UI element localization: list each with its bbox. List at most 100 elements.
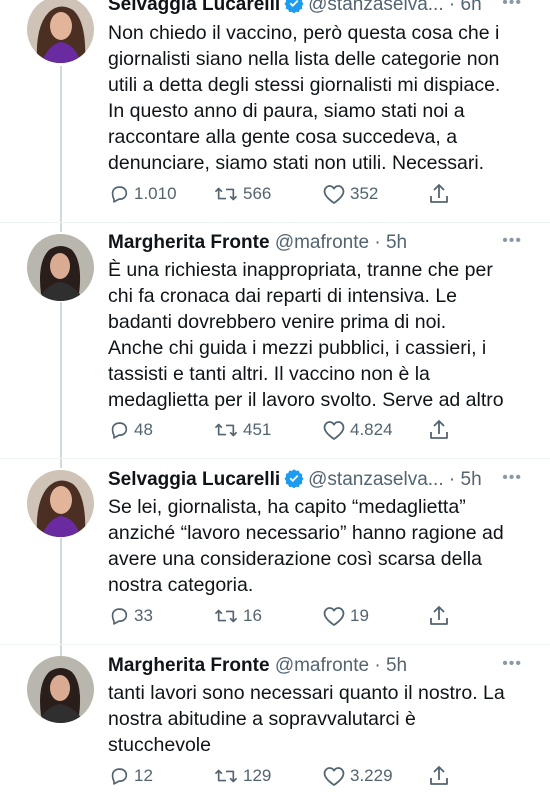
separator: · xyxy=(448,469,456,490)
tweet-text-line: tassisti e tanti altri. Il vaccino non è… xyxy=(108,363,430,385)
heart-icon xyxy=(323,421,345,440)
tweet-text-line: utili a detta degli stessi giornalisti m… xyxy=(108,74,501,96)
retweet-count: 16 xyxy=(243,606,262,625)
tweet-actions: 1.010 566 352 xyxy=(108,180,468,208)
like-button[interactable]: 352 xyxy=(322,180,378,208)
reply-icon xyxy=(111,422,128,439)
share-button[interactable] xyxy=(428,602,454,630)
retweet-button[interactable]: 129 xyxy=(213,762,271,790)
share-icon xyxy=(430,184,448,203)
reply-count: 48 xyxy=(134,420,153,439)
share-button[interactable] xyxy=(428,180,454,208)
retweet-button[interactable]: 16 xyxy=(213,602,262,630)
tweet-text-line: In questo anno di paura, siamo stati noi… xyxy=(108,100,465,122)
tweet-text-line: Se lei, giornalista, ha capito “medaglie… xyxy=(108,496,466,518)
retweet-button[interactable]: 566 xyxy=(213,180,271,208)
reply-button[interactable]: 48 xyxy=(108,416,153,444)
like-count: 3.229 xyxy=(350,766,393,785)
heart-icon xyxy=(323,767,345,786)
tweet-text: Non chiedo il vaccino, però questa cosa … xyxy=(108,20,538,176)
reply-count: 12 xyxy=(134,766,153,785)
reply-icon xyxy=(111,608,128,625)
like-button[interactable]: 3.229 xyxy=(322,762,393,790)
heart-icon xyxy=(323,607,345,626)
tweet-text-line: raccontare alla gente cosa succedeva, a xyxy=(108,126,458,148)
tweet-text-line: chi fa cronaca dai reparti di intensiva.… xyxy=(108,285,458,307)
avatar[interactable] xyxy=(27,0,94,63)
tweet-text-line: stucchevole xyxy=(108,734,211,756)
more-options-icon[interactable]: ••• xyxy=(502,232,522,250)
divider xyxy=(0,644,550,645)
timestamp[interactable]: 5h xyxy=(386,232,407,253)
reply-count: 33 xyxy=(134,606,153,625)
more-options-icon[interactable]: ••• xyxy=(502,655,522,673)
tweet-text-line: È una richiesta inappropriata, tranne ch… xyxy=(108,259,493,281)
retweet-icon xyxy=(214,609,238,623)
tweet-text-line: Non chiedo il vaccino, però questa cosa … xyxy=(108,22,500,44)
like-count: 4.824 xyxy=(350,420,393,439)
more-options-icon[interactable]: ••• xyxy=(502,469,522,487)
like-button[interactable]: 19 xyxy=(322,602,369,630)
retweet-count: 566 xyxy=(243,184,272,203)
retweet-icon xyxy=(214,187,238,201)
author-handle[interactable]: @stanzaselva... xyxy=(308,469,443,490)
share-button[interactable] xyxy=(428,416,454,444)
heart-icon xyxy=(323,185,345,204)
share-icon xyxy=(430,766,448,785)
author-name[interactable]: Selvaggia Lucarelli xyxy=(108,0,280,15)
author-handle[interactable]: @mafronte xyxy=(275,232,369,253)
retweet-count: 451 xyxy=(243,420,272,439)
author-name[interactable]: Margherita Fronte xyxy=(108,232,270,253)
avatar[interactable] xyxy=(27,234,94,301)
author-name[interactable]: Margherita Fronte xyxy=(108,655,270,676)
tweet-text-line: avere una considerazione così scarsa del… xyxy=(108,548,482,570)
timestamp[interactable]: 5h xyxy=(461,469,482,490)
tweet-text-line: anziché “lavoro necessario” hanno ragion… xyxy=(108,522,504,544)
tweet-text: È una richiesta inappropriata, tranne ch… xyxy=(108,257,538,413)
tweet-text-line: denunciare, siamo stati non utili. Neces… xyxy=(108,152,485,174)
divider xyxy=(0,222,550,223)
reply-icon xyxy=(111,768,128,785)
reply-button[interactable]: 12 xyxy=(108,762,153,790)
like-button[interactable]: 4.824 xyxy=(322,416,393,444)
divider xyxy=(0,458,550,459)
share-button[interactable] xyxy=(428,762,454,790)
author-name[interactable]: Selvaggia Lucarelli xyxy=(108,469,280,490)
share-icon xyxy=(430,420,448,439)
reply-button[interactable]: 33 xyxy=(108,602,153,630)
share-icon xyxy=(430,606,448,625)
tweet-text-line: nostra categoria. xyxy=(108,574,254,596)
timestamp[interactable]: 6h xyxy=(461,0,482,15)
tweet-actions: 12 129 3.229 xyxy=(108,762,468,790)
tweet-text: tanti lavori sono necessari quanto il no… xyxy=(108,680,538,758)
like-count: 352 xyxy=(350,184,379,203)
thread-line xyxy=(60,302,62,468)
tweet-text-line: nostra abitudine a sopravvalutarci è xyxy=(108,708,416,730)
avatar-woman-dark-hair-icon xyxy=(27,234,94,301)
retweet-icon xyxy=(214,769,238,783)
author-handle[interactable]: @mafronte xyxy=(275,655,369,676)
tweet-text-line: giornalisti siano nella lista delle cate… xyxy=(108,48,500,70)
tweet-text-line: Anche chi guida i mezzi pubblici, i cass… xyxy=(108,337,487,359)
tweet[interactable]: Selvaggia Lucarelli @stanzaselva... · 6h … xyxy=(0,0,550,225)
separator: · xyxy=(448,0,456,15)
separator: · xyxy=(374,232,381,253)
retweet-button[interactable]: 451 xyxy=(213,416,271,444)
reply-icon xyxy=(111,186,128,203)
timestamp[interactable]: 5h xyxy=(386,655,407,676)
avatar-woman-long-hair-icon xyxy=(27,0,94,63)
avatar[interactable] xyxy=(27,656,94,723)
thread-line xyxy=(60,538,62,660)
avatar-woman-long-hair-icon xyxy=(27,470,94,537)
avatar[interactable] xyxy=(27,470,94,537)
verified-badge-icon xyxy=(284,468,304,496)
like-count: 19 xyxy=(350,606,369,625)
author-handle[interactable]: @stanzaselva... xyxy=(308,0,443,15)
reply-button[interactable]: 1.010 xyxy=(108,180,177,208)
tweet-text: Se lei, giornalista, ha capito “medaglie… xyxy=(108,494,538,598)
avatar-woman-dark-hair-icon xyxy=(27,656,94,723)
verified-badge-icon xyxy=(284,0,304,21)
more-options-icon[interactable]: ••• xyxy=(502,0,522,12)
retweet-icon xyxy=(214,423,238,437)
tweet-text-line: tanti lavori sono necessari quanto il no… xyxy=(108,682,505,704)
